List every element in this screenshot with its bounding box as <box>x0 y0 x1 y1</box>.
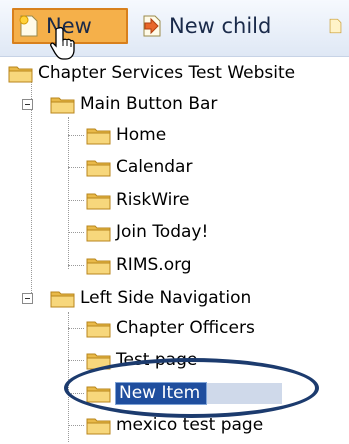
tree-connector <box>68 232 84 233</box>
tree-connector <box>68 200 84 201</box>
tree-item-label: Left Side Navigation <box>80 288 252 308</box>
tree-item-label: RiskWire <box>116 190 190 210</box>
collapse-toggle-icon[interactable] <box>22 293 33 304</box>
tree-group-main-button-bar[interactable]: Main Button Bar <box>50 90 217 118</box>
folder-icon <box>50 288 76 308</box>
folder-icon <box>86 157 112 177</box>
tree-item-label: Chapter Officers <box>116 318 255 338</box>
tree-connector <box>68 117 69 269</box>
folder-icon <box>86 318 112 338</box>
folder-icon <box>86 190 112 210</box>
tree-root-item[interactable]: Chapter Services Test Website <box>8 59 295 87</box>
tree-item[interactable]: Chapter Officers <box>86 314 255 342</box>
tree-item-label: RIMS.org <box>116 255 192 275</box>
tree-connector <box>68 265 84 266</box>
tree-item[interactable]: Calendar <box>86 153 192 181</box>
new-child-button[interactable]: New child <box>141 8 271 44</box>
tree-item-label: Calendar <box>116 157 193 177</box>
tree-connector <box>31 79 32 293</box>
tree-item-label: Join Today! <box>116 222 209 242</box>
new-page-icon <box>19 15 38 37</box>
tree-item[interactable]: Home <box>86 121 166 149</box>
tree-connector <box>68 425 84 426</box>
collapse-toggle-icon[interactable] <box>22 99 33 110</box>
tree-item[interactable]: RiskWire <box>86 186 189 214</box>
tree-item-label: Main Button Bar <box>80 94 218 114</box>
tree-connector <box>68 135 84 136</box>
tree-group-left-side-navigation[interactable]: Left Side Navigation <box>50 284 251 312</box>
new-child-page-icon <box>143 15 161 37</box>
folder-icon <box>86 415 112 435</box>
new-child-button-label: New child <box>169 14 272 38</box>
folder-icon <box>86 222 112 242</box>
folder-icon <box>86 125 112 145</box>
tree-item[interactable]: Join Today! <box>86 218 208 246</box>
tree-connector <box>68 312 69 442</box>
tree-item-label: mexico test page <box>116 415 264 435</box>
edit-page-icon <box>329 18 342 34</box>
highlight-oval <box>64 358 319 418</box>
tree-item-label: Chapter Services Test Website <box>38 63 296 83</box>
folder-icon <box>50 94 76 114</box>
toolbar-next-button[interactable] <box>328 8 349 44</box>
folder-icon <box>8 63 34 83</box>
tree-item[interactable]: RIMS.org <box>86 251 192 279</box>
tree-connector <box>68 167 84 168</box>
tree-connector <box>68 360 84 361</box>
hand-cursor-icon <box>50 26 75 60</box>
folder-icon <box>86 255 112 275</box>
tree-item-label: Home <box>116 125 167 145</box>
tree-connector <box>68 328 84 329</box>
